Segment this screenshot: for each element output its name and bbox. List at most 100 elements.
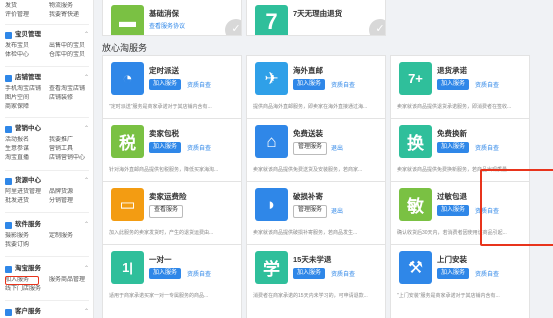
sidebar-section-customer-service[interactable]: 客户服务 ⌃ [5, 307, 89, 317]
sidebar-section-software[interactable]: 软件服务 ⌃ [5, 220, 89, 230]
section-title: 客户服务 [15, 308, 41, 315]
section-title: 营销中心 [15, 125, 41, 132]
sidebar-link[interactable]: 体检中心 [5, 51, 45, 60]
chevron-icon: ⌃ [83, 222, 89, 228]
service-card: 1| 一对一 加入服务 资质自查 适用于商家承诺买家一对一专属服务的商品... [102, 244, 242, 318]
qualification-check-link[interactable]: 资质自查 [331, 269, 355, 278]
sidebar-link[interactable]: 服务商品管理 [49, 276, 89, 285]
active-link-highlight [5, 276, 39, 285]
card-title: 免费换新 [437, 129, 467, 138]
section-icon [5, 31, 12, 39]
sidebar-link[interactable]: 店铺营销中心 [49, 154, 89, 163]
chevron-icon: ⌃ [83, 309, 89, 315]
sidebar-section-taobao-service[interactable]: 淘宝服务 ⌃ [5, 264, 89, 274]
section-title: 淘宝服务 [15, 265, 41, 272]
qualification-check-link[interactable]: 资质自查 [475, 143, 499, 152]
card-link[interactable]: 查看服务协议 [149, 21, 185, 30]
sidebar-link[interactable]: 品牌货源 [49, 188, 89, 197]
manage-service-button[interactable]: 管理服务 [293, 205, 328, 218]
exchange-icon: 换 [399, 125, 432, 158]
card-description: 卖家就该商品提供免费送货及安装服务，若商家... [253, 167, 363, 173]
sidebar-link[interactable]: 分销管理 [49, 197, 89, 206]
sidebar-link[interactable]: 评价管理 [5, 11, 45, 20]
card-title: 海外直邮 [293, 66, 323, 75]
join-service-button[interactable]: 加入服务 [149, 142, 182, 153]
section-title: 店铺管理 [15, 74, 41, 81]
manage-service-button[interactable]: 管理服务 [293, 142, 328, 155]
sidebar-link[interactable]: 手机淘宝店铺 [5, 85, 45, 94]
card-title: 退货承诺 [437, 66, 467, 75]
sidebar-link[interactable]: 发布宝贝 [5, 42, 45, 51]
manage-service-button[interactable]: 查看服务 [149, 205, 184, 218]
sidebar-link[interactable]: 批发进货 [5, 197, 45, 206]
sidebar-link[interactable]: 线下门店服务 [5, 285, 45, 294]
sidebar-section-sourcing[interactable]: 货源中心 ⌃ [5, 176, 89, 186]
sidebar-link[interactable]: 出售中的宝贝 [49, 42, 89, 51]
sidebar-link[interactable]: 物流服务 [49, 2, 89, 11]
join-service-button[interactable]: 加入服务 [437, 205, 470, 216]
sidebar-link[interactable]: 发货 [5, 2, 45, 11]
qualification-check-link[interactable]: 资质自查 [331, 80, 355, 89]
card-description: "定时派送"服务是商家承诺对于其店铺内含有... [109, 104, 212, 110]
card-description: 卖家就该商品提供退货承诺服务，即消费者在签收... [397, 104, 512, 110]
card-description: 提供商品海外直邮服务，即卖家在海外直接通过海... [253, 104, 368, 110]
sidebar-link[interactable]: 阿里进货管理 [5, 188, 45, 197]
card-title: 过敏包退 [437, 192, 467, 201]
wallet-icon: ▬ [111, 5, 144, 35]
sidebar-link[interactable]: 生意参谋 [5, 145, 45, 154]
chevron-icon: ⌃ [83, 266, 89, 272]
card-title: 一对一 [149, 255, 172, 264]
sidebar: 发货 物流服务 评价管理 我要寄快递 宝贝管理 ⌃ 发布宝贝 出售中的宝贝 体检中心仓… [0, 0, 94, 318]
section-icon [5, 177, 12, 185]
section-title: 货源中心 [15, 177, 41, 184]
sidebar-link[interactable]: 营销工具 [49, 145, 89, 154]
card-description: "上门安装"服务是商家承诺对于其店铺内含有... [397, 293, 500, 299]
sidebar-top-links: 发货 物流服务 评价管理 我要寄快递 [5, 2, 93, 20]
sidebar-link[interactable]: 定制服务 [49, 232, 89, 241]
allergy-icon: 敏 [399, 188, 432, 221]
card-description: 适用于商家承诺买家一对一专属服务的商品... [109, 293, 209, 299]
qualification-check-link[interactable]: 资质自查 [187, 269, 211, 278]
section-icon [5, 74, 12, 82]
section-icon [5, 125, 12, 133]
card-title: 基础消保 [149, 9, 179, 18]
sidebar-link[interactable]: 查看淘宝店铺 [49, 85, 89, 94]
section-icon [5, 265, 12, 273]
card-title: 上门安装 [437, 255, 467, 264]
chevron-icon: ⌃ [83, 32, 89, 38]
card-description: 加入此服务的卖家发货时，产生的退货运费由... [109, 230, 214, 236]
chevron-icon: ⌃ [83, 126, 89, 132]
join-service-button[interactable]: 加入服务 [149, 79, 182, 90]
qualification-check-link[interactable]: 资质自查 [475, 80, 499, 89]
sidebar-link[interactable]: 摄影服务 [5, 232, 45, 241]
tax-icon: 税 [111, 125, 144, 158]
join-service-button[interactable]: 加入服务 [293, 79, 326, 90]
join-service-button[interactable]: 加入服务 [293, 268, 326, 279]
sidebar-link[interactable]: 商家保障 [5, 103, 45, 112]
join-service-button[interactable]: 加入服务 [437, 268, 470, 279]
qualification-check-link[interactable]: 资质自查 [187, 143, 211, 152]
join-service-button[interactable]: 加入服务 [437, 79, 470, 90]
qualification-check-link[interactable]: 资质自查 [475, 269, 499, 278]
sidebar-link[interactable]: 淘宝直播 [5, 154, 45, 163]
qualification-check-link[interactable]: 资质自查 [187, 80, 211, 89]
sidebar-link[interactable]: 图片空间 [5, 94, 45, 103]
sidebar-section-marketing[interactable]: 营销中心 ⌃ [5, 124, 89, 134]
sidebar-link[interactable]: 活动报名 [5, 136, 45, 145]
card-description: 卖家就该商品提供破损补寄服务，若商品发生... [253, 230, 358, 236]
sidebar-link[interactable]: 我要订购 [5, 241, 45, 250]
join-service-button[interactable]: 加入服务 [149, 268, 182, 279]
sidebar-link[interactable]: 店铺装修 [49, 94, 89, 103]
card-title: 定时派送 [149, 66, 179, 75]
sidebar-link[interactable]: 我要推广 [49, 136, 89, 145]
sidebar-section-shop-management[interactable]: 店铺管理 ⌃ [5, 73, 89, 83]
sidebar-link[interactable]: 仓库中的宝贝 [49, 51, 89, 60]
card-title: 15天未学退 [293, 255, 332, 264]
join-service-button[interactable]: 加入服务 [437, 142, 470, 153]
exit-link[interactable]: 退出 [331, 143, 343, 152]
study-icon: 学 [255, 251, 288, 284]
sidebar-section-item-management[interactable]: 宝贝管理 ⌃ [5, 30, 89, 40]
qualification-check-link[interactable]: 资质自查 [475, 206, 499, 215]
sidebar-link[interactable]: 我要寄快递 [49, 11, 89, 20]
exit-link[interactable]: 退出 [331, 206, 343, 215]
